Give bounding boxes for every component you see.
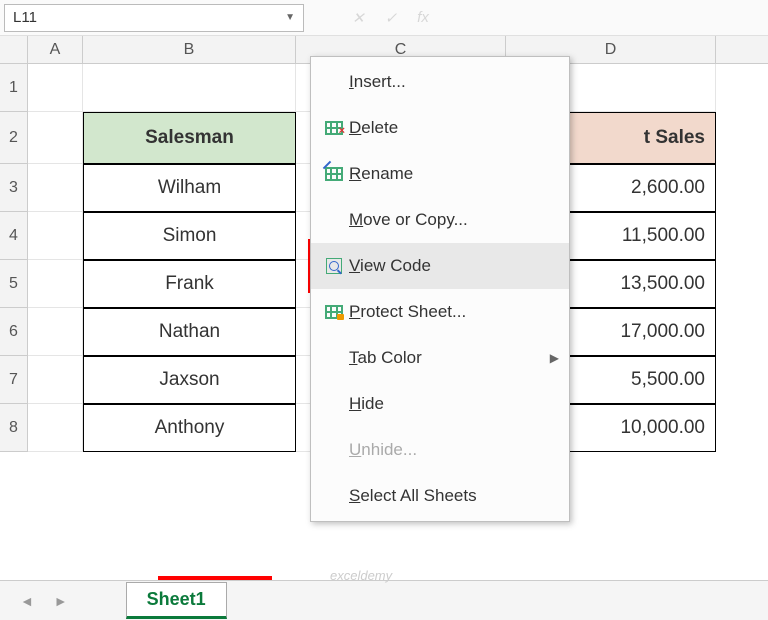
cell-a2[interactable] <box>28 112 83 164</box>
cell-a1[interactable] <box>28 64 83 112</box>
cell-a3[interactable] <box>28 164 83 212</box>
row-header-6[interactable]: 6 <box>0 308 28 356</box>
cell-a4[interactable] <box>28 212 83 260</box>
cell-b5[interactable]: Frank <box>83 260 296 308</box>
formula-bar: ✕ ✓ fx <box>312 9 429 27</box>
delete-icon <box>319 121 349 135</box>
menu-select-all-sheets[interactable]: Select All Sheets <box>311 473 569 519</box>
column-header-a[interactable]: A <box>28 36 83 63</box>
cell-b3[interactable]: Wilham <box>83 164 296 212</box>
menu-protect-sheet[interactable]: Protect Sheet... <box>311 289 569 335</box>
confirm-icon: ✓ <box>385 9 398 27</box>
menu-move-copy[interactable]: Move or Copy... <box>311 197 569 243</box>
tab-scroll-arrows[interactable]: ◄ ► <box>20 593 76 609</box>
sheet-tab-sheet1[interactable]: Sheet1 <box>126 582 227 619</box>
column-header-b[interactable]: B <box>83 36 296 63</box>
menu-tab-color[interactable]: Tab Color ▶ <box>311 335 569 381</box>
sheet-tab-strip: ◄ ► Sheet1 <box>0 580 768 620</box>
row-header-7[interactable]: 7 <box>0 356 28 404</box>
cell-a7[interactable] <box>28 356 83 404</box>
chevron-down-icon[interactable]: ▼ <box>285 12 295 23</box>
menu-view-code[interactable]: View Code <box>311 243 569 289</box>
fx-label[interactable]: fx <box>417 9 429 26</box>
chevron-right-icon: ▶ <box>550 351 559 365</box>
cell-b4[interactable]: Simon <box>83 212 296 260</box>
row-header-8[interactable]: 8 <box>0 404 28 452</box>
cell-a6[interactable] <box>28 308 83 356</box>
row-header-1[interactable]: 1 <box>0 64 28 112</box>
row-header-4[interactable]: 4 <box>0 212 28 260</box>
cell-b1[interactable] <box>83 64 296 112</box>
cancel-icon: ✕ <box>352 9 365 27</box>
name-box[interactable]: L11 ▼ <box>4 4 304 32</box>
cell-b6[interactable]: Nathan <box>83 308 296 356</box>
watermark: exceldemy <box>330 568 392 583</box>
cell-a8[interactable] <box>28 404 83 452</box>
header-salesman[interactable]: Salesman <box>83 112 296 164</box>
cell-b8[interactable]: Anthony <box>83 404 296 452</box>
cell-a5[interactable] <box>28 260 83 308</box>
row-header-2[interactable]: 2 <box>0 112 28 164</box>
cell-b7[interactable]: Jaxson <box>83 356 296 404</box>
formula-bar-row: L11 ▼ ✕ ✓ fx <box>0 0 768 36</box>
select-all-corner[interactable] <box>0 36 28 63</box>
row-header-5[interactable]: 5 <box>0 260 28 308</box>
protect-icon <box>319 305 349 319</box>
menu-delete[interactable]: Delete <box>311 105 569 151</box>
sheet-context-menu: Insert... Delete Rename Move or Copy... … <box>310 56 570 522</box>
row-header-3[interactable]: 3 <box>0 164 28 212</box>
rename-icon <box>319 167 349 181</box>
name-box-value: L11 <box>13 9 285 26</box>
view-code-icon <box>319 258 349 274</box>
menu-insert[interactable]: Insert... <box>311 59 569 105</box>
menu-hide[interactable]: Hide <box>311 381 569 427</box>
menu-unhide: Unhide... <box>311 427 569 473</box>
menu-rename[interactable]: Rename <box>311 151 569 197</box>
